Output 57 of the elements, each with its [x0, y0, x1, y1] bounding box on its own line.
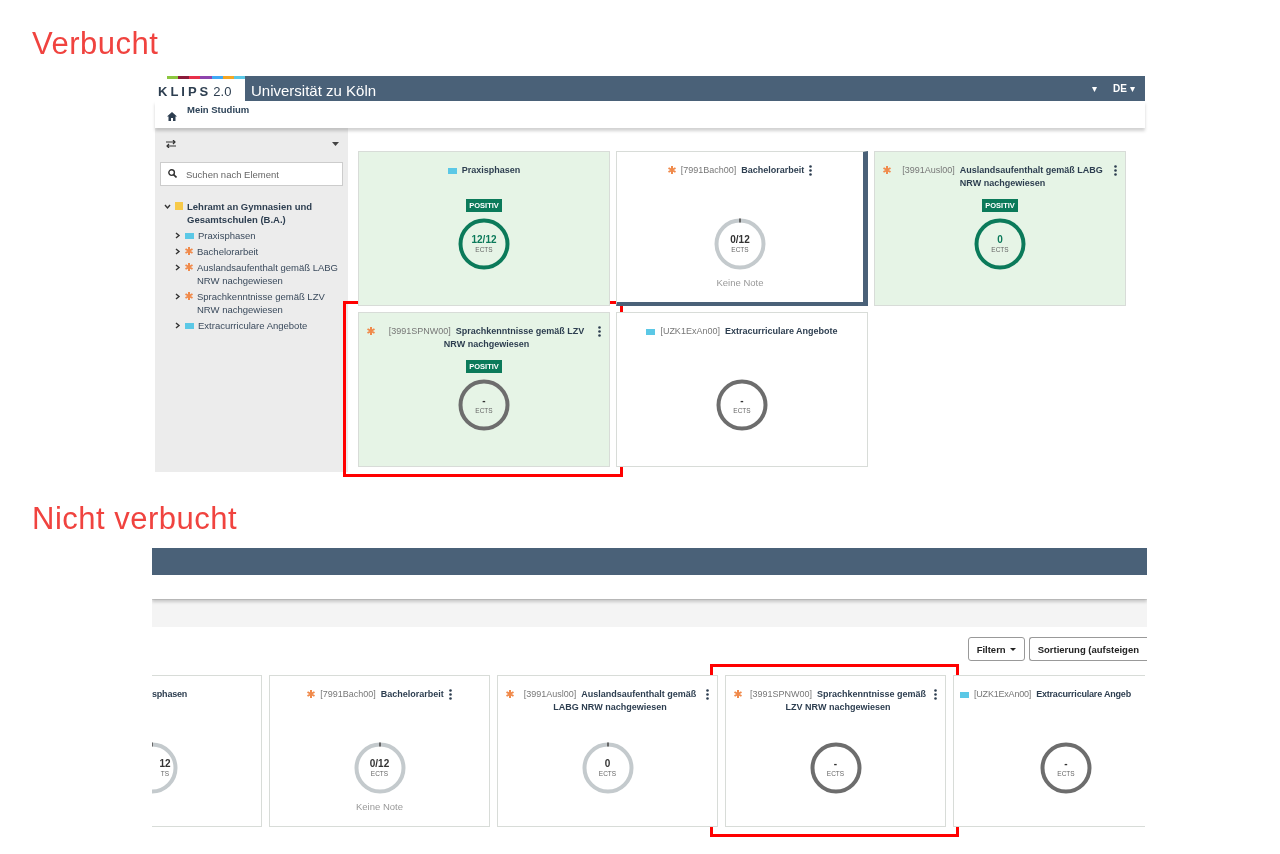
more-icon[interactable] [934, 689, 937, 700]
more-icon[interactable] [809, 165, 813, 176]
course-heading: [3991Ausl00] Auslandsaufenthalt gemäß LABG NRW nachgewiesen [522, 688, 698, 714]
chevron-right-icon[interactable] [174, 322, 181, 329]
more-icon[interactable] [598, 326, 601, 337]
chevron-right-icon[interactable] [174, 293, 181, 300]
course-heading: [3991Ausl00] Auslandsaufenthalt gemäß LABG NRW nachgewiesen [901, 164, 1104, 190]
language-menu[interactable]: DE [1113, 83, 1127, 94]
breadcrumb-link[interactable]: Mein Studium [187, 104, 250, 115]
grade-note: Keine Note [716, 277, 764, 288]
ects-value: 0/12 [369, 758, 390, 769]
course-heading: [UZK1ExAn00] Extracurriculare Angebote [660, 325, 838, 338]
ects-value: - [833, 758, 838, 769]
tree-item[interactable]: Bachelorarbeit [197, 245, 259, 258]
search-field[interactable]: Suchen nach Element [160, 162, 343, 186]
course-heading: [3991SPNW00] Sprachkenntnisse gemäß LZV NRW nachgewiesen [387, 325, 586, 351]
chevron-right-icon[interactable] [174, 264, 181, 271]
ects-value: 12/12 [471, 234, 497, 245]
ects-value: - [482, 395, 486, 406]
section-heading: Verbucht [32, 26, 159, 62]
caret-icon[interactable] [332, 142, 339, 146]
course-heading: [UZK1ExAn00] Extracurriculare Angeb [974, 688, 1131, 701]
university-name: Universität zu Köln [251, 81, 377, 101]
chevron-right-icon[interactable] [174, 232, 181, 239]
chevron-down-icon[interactable] [164, 203, 171, 210]
toolbar-button[interactable]: Sortierung (aufsteigen [1028, 637, 1147, 661]
tree-item[interactable]: Extracurriculare Angebote [198, 319, 308, 332]
ects-value: 0 [604, 758, 611, 769]
grade-note: Keine Note [356, 801, 403, 812]
course-heading: Praxisphasen [461, 164, 521, 177]
course-heading: [3991SPNW00] Sprachkenntnisse gemäß LZV NRW nachgewiesen [748, 688, 928, 714]
course-heading: [7991Bach00] Bachelorarbeit [680, 164, 805, 177]
tree-item[interactable]: Sprachkenntnisse gemäß LZV NRW nachgewiesen [197, 290, 343, 316]
more-icon[interactable] [1114, 165, 1117, 176]
logo-version: 2.0 [213, 83, 232, 100]
course-heading: [7991Bach00] Bachelorarbeit [320, 688, 444, 701]
user-menu[interactable]: ▾ [1092, 83, 1098, 94]
home-icon[interactable] [167, 112, 177, 121]
ects-value: - [740, 395, 744, 406]
ects-value: 0 [997, 234, 1003, 245]
tree-item[interactable]: Auslandsaufenthalt gemäß LABG NRW nachgewiesen [197, 261, 343, 287]
language-caret[interactable]: ▾ [1130, 83, 1135, 94]
toolbar-button[interactable]: Filtern [967, 637, 1025, 661]
caret-icon [1009, 647, 1016, 651]
tree-item[interactable]: Praxisphasen [198, 229, 256, 242]
swap-icon[interactable] [166, 140, 176, 148]
tree-item[interactable]: Lehramt an Gymnasien und Gesamtschulen (B.A.) [187, 200, 337, 226]
ects-value: - [1064, 758, 1068, 769]
section-heading: Nicht verbucht [32, 501, 238, 537]
course-heading: sphasen [152, 688, 188, 701]
more-icon[interactable] [448, 689, 452, 700]
more-icon[interactable] [706, 689, 709, 700]
ects-value: 0/12 [730, 234, 750, 245]
search-icon [168, 169, 177, 178]
logo-text[interactable]: KLIPS [158, 83, 212, 100]
chevron-right-icon[interactable] [174, 248, 181, 255]
ects-value: 12 [159, 758, 171, 769]
